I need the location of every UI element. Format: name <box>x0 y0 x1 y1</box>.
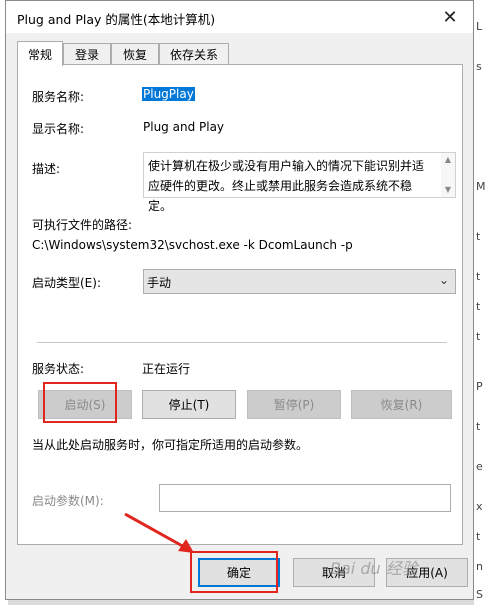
scroll-up-icon[interactable]: ▲ <box>441 153 455 167</box>
startup-type-select[interactable]: 手动 ⌄ <box>143 269 456 294</box>
description-label: 描述: <box>32 162 61 176</box>
bg-char: M <box>476 180 486 193</box>
bg-char: t <box>476 230 481 243</box>
service-name-value[interactable]: PlugPlay <box>142 87 195 101</box>
bg-char: t <box>476 270 481 283</box>
pause-button-label: 暂停(P) <box>273 398 315 412</box>
general-panel: 服务名称: PlugPlay 显示名称: Plug and Play 描述: 使… <box>17 64 463 545</box>
bg-char: n <box>476 560 483 573</box>
annotation-arrow-icon <box>124 512 194 553</box>
startup-type-value: 手动 <box>147 276 172 290</box>
tab-label: 依存关系 <box>169 47 218 62</box>
description-box[interactable]: 使计算机在极少或没有用户输入的情况下能识别并适应硬件的更改。终止或禁用此服务会造… <box>143 152 456 213</box>
tab-general[interactable]: 常规 <box>17 41 63 66</box>
startup-type-label: 启动类型(E): <box>32 276 101 290</box>
properties-dialog: Plug and Play 的属性(本地计算机) ✕ 常规 登录 恢复 依存关系… <box>5 0 474 600</box>
bg-char: L <box>476 20 483 33</box>
tab-dependencies[interactable]: 依存关系 <box>159 43 229 64</box>
scroll-down-icon[interactable]: ▼ <box>441 183 455 197</box>
start-params-input[interactable] <box>159 484 451 512</box>
tab-logon[interactable]: 登录 <box>63 43 111 64</box>
bg-char: P <box>476 380 483 393</box>
separator <box>37 342 447 343</box>
stop-button-label: 停止(T) <box>168 398 210 412</box>
bg-char: e <box>476 460 483 473</box>
bg-char: t <box>476 300 481 313</box>
resume-button-label: 恢复(R) <box>380 398 423 412</box>
bg-char: t <box>476 420 481 433</box>
display-name-value[interactable]: Plug and Play <box>143 120 224 134</box>
close-icon: ✕ <box>442 6 458 28</box>
watermark-logo: Bai du 经验 <box>330 559 418 578</box>
background-window-right: L s M t t t t P t e x t n S <box>474 0 486 605</box>
window-title: Plug and Play 的属性(本地计算机) <box>17 12 216 27</box>
start-params-label: 启动参数(M): <box>32 494 104 508</box>
tab-recovery[interactable]: 恢复 <box>111 43 159 64</box>
tab-label: 登录 <box>74 47 99 62</box>
pause-button[interactable]: 暂停(P) <box>247 390 341 419</box>
display-name-label: 显示名称: <box>32 122 85 136</box>
stop-button[interactable]: 停止(T) <box>142 390 236 419</box>
bg-char: t <box>476 330 481 343</box>
tab-label: 常规 <box>27 47 52 62</box>
close-button[interactable]: ✕ <box>427 1 473 33</box>
bg-char: s <box>476 60 482 73</box>
tab-label: 恢复 <box>122 47 147 62</box>
service-status-value: 正在运行 <box>142 362 191 376</box>
resume-button[interactable]: 恢复(R) <box>351 390 452 419</box>
bg-char: S <box>476 588 483 601</box>
annotation-highlight-start <box>43 382 117 423</box>
path-label: 可执行文件的路径: <box>32 218 133 232</box>
bg-char: t <box>476 530 481 543</box>
chevron-down-icon: ⌄ <box>438 273 449 287</box>
annotation-highlight-ok <box>190 551 278 593</box>
service-status-label: 服务状态: <box>32 362 85 376</box>
service-name-label: 服务名称: <box>32 90 85 104</box>
bg-char: x <box>476 500 483 513</box>
title-bar[interactable]: Plug and Play 的属性(本地计算机) ✕ <box>6 1 473 33</box>
path-value[interactable]: C:\Windows\system32\svchost.exe -k DcomL… <box>32 238 353 252</box>
description-text: 使计算机在极少或没有用户输入的情况下能识别并适应硬件的更改。终止或禁用此服务会造… <box>148 159 425 213</box>
start-params-hint: 当从此处启动服务时，你可指定所适用的启动参数。 <box>32 438 309 452</box>
description-scrollbar[interactable]: ▲ ▼ <box>441 153 455 197</box>
